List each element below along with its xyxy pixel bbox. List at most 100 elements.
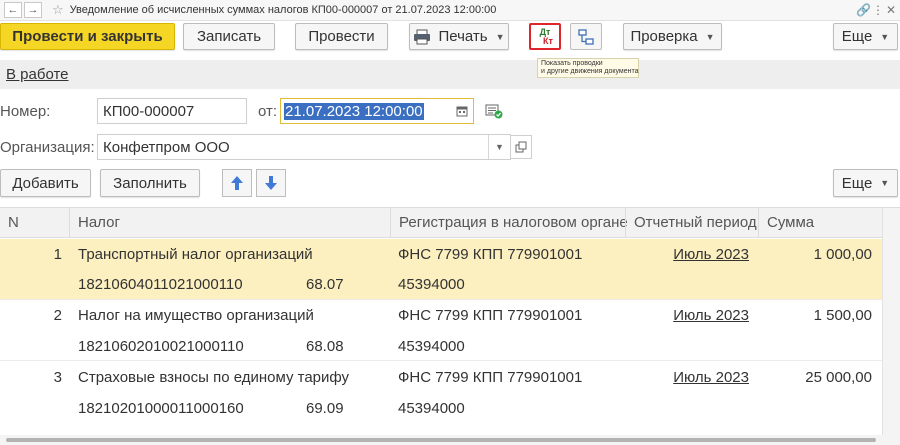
column-header-tax[interactable]: Налог <box>69 208 390 238</box>
window-title: Уведомление об исчисленных суммах налого… <box>69 4 497 16</box>
tax-amount: 25 000,00 <box>805 369 872 386</box>
tax-name: Транспортный налог организаций <box>78 246 313 263</box>
tax-kbk: 18210602010021000110 <box>78 338 244 355</box>
calendar-button[interactable] <box>451 99 473 123</box>
show-postings-button[interactable]: Дт Кт <box>529 23 561 50</box>
print-label: Печать <box>438 28 488 45</box>
tooltip-line-2: и другие движения документа <box>541 68 639 75</box>
open-window-icon <box>515 141 527 153</box>
taxes-table: N Налог Регистрация в налоговом органе О… <box>0 207 900 436</box>
row-number: 1 <box>53 246 62 263</box>
tax-kbk: 18210604011021000110 <box>78 276 243 293</box>
link-icon[interactable]: 🔗 <box>856 3 871 17</box>
move-up-button[interactable] <box>222 169 252 197</box>
chevron-down-icon: ▼ <box>880 31 890 42</box>
chevron-down-icon: ▼ <box>705 31 715 42</box>
tax-registration: ФНС 7799 КПП 779901001 <box>398 369 583 386</box>
structure-button[interactable] <box>570 23 602 50</box>
tax-account: 69.09 <box>306 400 344 417</box>
vertical-scrollbar[interactable] <box>882 208 900 436</box>
postings-tooltip: Показать проводки и другие движения доку… <box>537 58 639 78</box>
document-checked-icon[interactable] <box>485 103 503 119</box>
tax-account: 68.07 <box>306 276 344 293</box>
tax-oktmo: 45394000 <box>398 276 465 293</box>
tax-period-link[interactable]: Июль 2023 <box>630 307 749 324</box>
post-button[interactable]: Провести <box>295 23 388 50</box>
organization-dropdown-button[interactable]: ▼ <box>488 135 510 159</box>
tax-period-link[interactable]: Июль 2023 <box>630 369 749 386</box>
fill-button[interactable]: Заполнить <box>100 169 200 197</box>
chevron-down-icon: ▼ <box>495 142 504 152</box>
horizontal-scrollbar-thumb[interactable] <box>6 438 876 442</box>
arrow-down-icon <box>265 176 277 190</box>
tax-oktmo: 45394000 <box>398 400 465 417</box>
more-vertical-icon[interactable]: ⋮ <box>872 3 884 17</box>
open-organization-button[interactable] <box>510 135 532 159</box>
column-header-amount[interactable]: Сумма <box>758 208 882 238</box>
kt-label: Кт <box>543 35 553 46</box>
tax-registration: ФНС 7799 КПП 779901001 <box>398 307 583 324</box>
save-label: Записать <box>196 28 262 45</box>
organization-field[interactable]: Конфетпром ООО ▼ <box>97 134 511 160</box>
date-value: 21.07.2023 12:00:00 <box>284 102 424 120</box>
check-button[interactable]: Проверка ▼ <box>623 23 722 50</box>
print-button[interactable]: Печать ▼ <box>409 23 509 50</box>
tax-amount: 1 000,00 <box>813 246 872 263</box>
table-header: N Налог Регистрация в налоговом органе О… <box>0 208 882 238</box>
post-and-close-label: Провести и закрыть <box>12 28 163 45</box>
organization-value: Конфетпром ООО <box>103 138 230 156</box>
organization-label: Организация: <box>0 139 95 156</box>
back-arrow-icon: ← <box>7 4 19 16</box>
title-bar: ← → ☆ Уведомление об исчисленных суммах … <box>0 0 900 21</box>
status-bar: В работе <box>0 60 900 89</box>
document-structure-icon <box>578 28 594 45</box>
forward-button[interactable]: → <box>24 2 42 18</box>
table-more-label: Еще <box>841 174 873 192</box>
number-value: КП00-000007 <box>103 102 195 120</box>
row-number: 3 <box>53 369 62 386</box>
add-label: Добавить <box>12 174 79 192</box>
tooltip-line-1: Показать проводки <box>541 60 603 67</box>
more-label: Еще <box>841 28 873 45</box>
arrow-up-icon <box>231 176 243 190</box>
add-button[interactable]: Добавить <box>0 169 91 197</box>
save-button[interactable]: Записать <box>183 23 275 50</box>
chevron-down-icon: ▼ <box>495 31 505 42</box>
date-field[interactable]: 21.07.2023 12:00:00 <box>280 98 474 124</box>
tax-period-link[interactable]: Июль 2023 <box>630 246 749 263</box>
tax-registration: ФНС 7799 КПП 779901001 <box>398 246 583 263</box>
tax-kbk: 18210201000011000160 <box>78 400 244 417</box>
tax-amount: 1 500,00 <box>813 307 872 324</box>
status-link[interactable]: В работе <box>6 66 69 83</box>
horizontal-scrollbar[interactable] <box>0 435 900 445</box>
more-button[interactable]: Еще ▼ <box>833 23 898 50</box>
column-header-n[interactable]: N <box>0 208 69 238</box>
column-header-registration[interactable]: Регистрация в налоговом органе <box>390 208 628 238</box>
tax-name: Налог на имущество организаций <box>78 307 314 324</box>
fill-label: Заполнить <box>113 174 187 192</box>
post-label: Провести <box>308 28 375 45</box>
back-button[interactable]: ← <box>4 2 22 18</box>
table-row[interactable]: 2 Налог на имущество организаций 1821060… <box>0 300 882 361</box>
forward-arrow-icon: → <box>27 4 39 16</box>
dt-kt-icon: Дт Кт <box>537 27 553 46</box>
number-label: Номер: <box>0 103 51 120</box>
table-more-button[interactable]: Еще ▼ <box>833 169 898 197</box>
number-field[interactable]: КП00-000007 <box>97 98 247 124</box>
move-down-button[interactable] <box>256 169 286 197</box>
chevron-down-icon: ▼ <box>880 178 890 188</box>
tax-account: 68.08 <box>306 338 344 355</box>
printer-icon <box>414 29 431 44</box>
post-and-close-button[interactable]: Провести и закрыть <box>0 23 175 50</box>
tax-oktmo: 45394000 <box>398 338 465 355</box>
check-label: Проверка <box>630 28 698 45</box>
row-number: 2 <box>53 307 62 324</box>
date-label: от: <box>258 103 278 120</box>
table-row[interactable]: 1 Транспортный налог организаций 1821060… <box>0 239 882 300</box>
favorite-star-icon[interactable]: ☆ <box>52 2 64 18</box>
tax-name: Страховые взносы по единому тарифу <box>78 369 350 386</box>
table-row[interactable]: 3 Страховые взносы по единому тарифу 182… <box>0 361 882 422</box>
close-icon[interactable]: ✕ <box>886 3 896 17</box>
column-header-period[interactable]: Отчетный период <box>625 208 758 238</box>
calendar-icon <box>456 106 468 117</box>
